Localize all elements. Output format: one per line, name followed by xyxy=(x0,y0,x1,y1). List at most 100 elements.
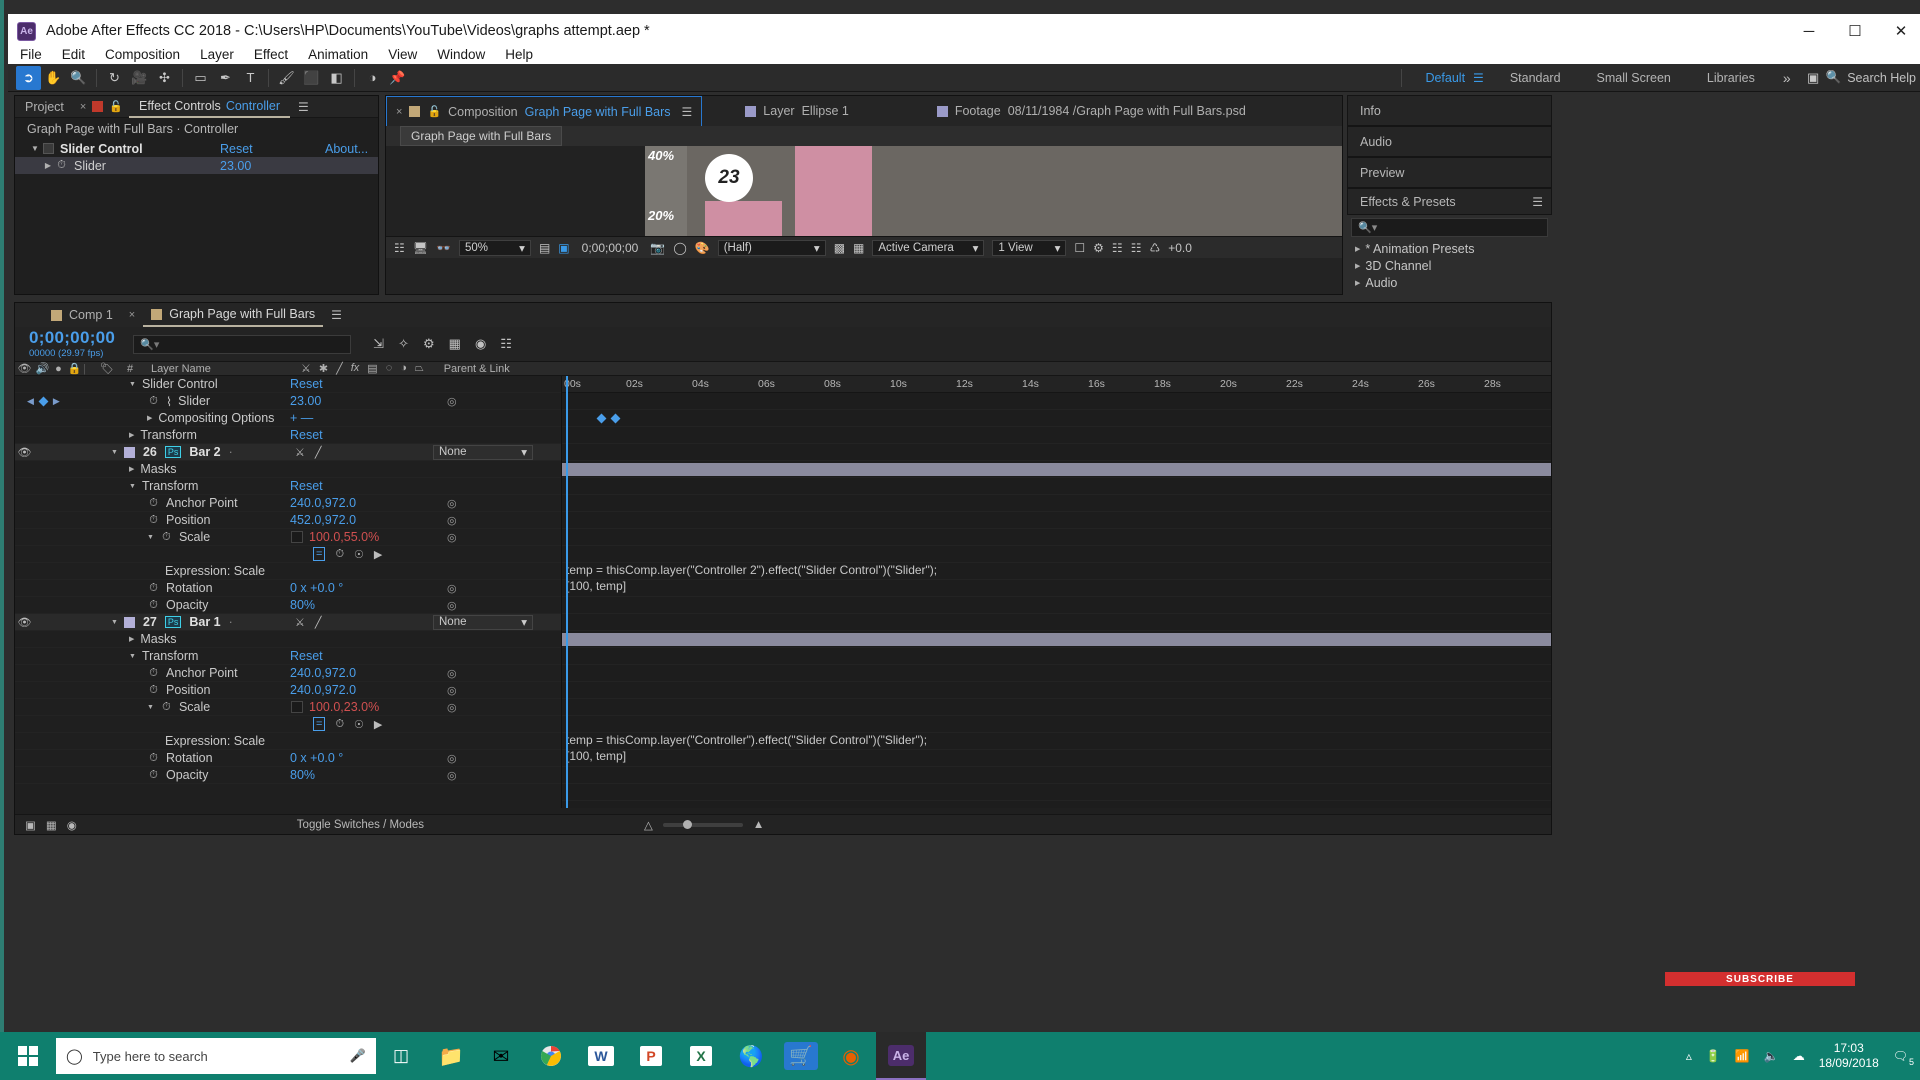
taskbar-app-mail[interactable]: ✉ xyxy=(476,1032,526,1080)
zoom-in-timeline-icon[interactable]: ▲ xyxy=(753,819,764,831)
property-value[interactable]: Reset xyxy=(290,377,323,391)
stopwatch-icon[interactable]: ⏱ xyxy=(160,701,173,714)
workspace-libraries[interactable]: Libraries xyxy=(1689,71,1773,85)
timeline-zoom-slider[interactable] xyxy=(663,823,743,827)
current-time-indicator[interactable] xyxy=(566,376,568,808)
menu-item-file[interactable]: File xyxy=(20,47,42,62)
timeline-property-row[interactable]: ⏱Opacity80%◎ xyxy=(15,767,561,784)
timeline-track-row[interactable] xyxy=(562,665,1551,682)
slider-disclosure-triangle-icon[interactable]: ▶ xyxy=(41,161,55,170)
menu-item-view[interactable]: View xyxy=(388,47,417,62)
tab-footage[interactable]: Footage 08/11/1984 /Graph Page with Full… xyxy=(928,96,1255,126)
shy-icon[interactable]: ⚔ xyxy=(295,446,305,459)
taskbar-app-word[interactable]: W xyxy=(576,1032,626,1080)
channels-icon[interactable]: 🎨 xyxy=(695,241,710,255)
graph-editor-icon[interactable]: ⌇ xyxy=(166,394,172,409)
timeline-track-row[interactable] xyxy=(562,648,1551,665)
show-hidden-icons-chevron-icon[interactable]: ▵ xyxy=(1686,1049,1692,1063)
timeline-property-row[interactable]: ▼TransformReset xyxy=(15,648,561,665)
timeline-track-row[interactable]: temp = thisComp.layer("Controller 2").ef… xyxy=(562,580,1551,597)
microphone-icon[interactable]: 🎤 xyxy=(350,1048,366,1064)
taskbar-app-chrome[interactable] xyxy=(526,1032,576,1080)
workspace-more-button[interactable]: » xyxy=(1773,70,1801,86)
always-preview-icon[interactable]: ☷ xyxy=(394,241,405,255)
timeline-track-row[interactable]: temp = thisComp.layer("Controller").effe… xyxy=(562,750,1551,767)
property-disclosure-triangle-icon[interactable]: ▶ xyxy=(147,414,152,422)
timeline-layer-row[interactable]: 👁▼27PsBar 1·⚔╱None▾ xyxy=(15,614,561,631)
keyframe-navigator[interactable]: ◀▶ xyxy=(27,396,60,407)
region-interest-toggle-icon[interactable]: ▩ xyxy=(834,241,845,255)
timeline-property-row[interactable]: Expression: Scale xyxy=(15,563,561,580)
lock-composition-icon[interactable]: 🔓 xyxy=(427,105,441,118)
comp-flowchart-icon[interactable]: ☷ xyxy=(1131,241,1142,255)
timeline-property-row[interactable]: ◀▶⏱⌇Slider23.00◎ xyxy=(15,393,561,410)
taskbar-app-file-explorer[interactable]: 📁 xyxy=(426,1032,476,1080)
disclosure-triangle-icon[interactable]: ▶ xyxy=(1355,245,1360,253)
zoom-level-select[interactable]: 50% ▾ xyxy=(459,240,531,256)
menu-item-help[interactable]: Help xyxy=(505,47,533,62)
region-of-interest-icon[interactable]: ▣ xyxy=(558,241,569,255)
menu-item-composition[interactable]: Composition xyxy=(105,47,180,62)
effects-preset-item[interactable]: ▶* Animation Presets xyxy=(1347,240,1552,257)
volume-icon[interactable]: 🔈 xyxy=(1764,1049,1779,1063)
layer-disclosure-triangle-icon[interactable]: ▼ xyxy=(111,619,118,626)
timeline-search-input[interactable]: 🔍▾ xyxy=(133,335,351,354)
preview-panel[interactable]: Preview xyxy=(1347,157,1552,188)
stopwatch-icon[interactable]: ⏱ xyxy=(147,684,160,697)
tab-project[interactable]: Project xyxy=(15,96,74,118)
monitor-icon[interactable]: 🖥 xyxy=(413,241,428,255)
viewer-timecode[interactable]: 0;00;00;00 xyxy=(582,241,639,255)
timeline-track-row[interactable] xyxy=(562,699,1551,716)
parent-link-select[interactable]: None▾ xyxy=(433,445,533,460)
views-select[interactable]: 1 View ▾ xyxy=(992,240,1066,256)
expression-toggle-icon[interactable]: ◎ xyxy=(447,582,457,595)
layer-switches[interactable]: ⚔╱ xyxy=(295,446,322,459)
timeline-ruler[interactable]: 00s02s04s06s08s10s12s14s16s18s20s22s24s2… xyxy=(562,376,1551,393)
timeline-property-row[interactable]: Expression: Scale xyxy=(15,733,561,750)
property-value[interactable]: 452.0,972.0 xyxy=(290,513,356,527)
property-disclosure-triangle-icon[interactable]: ▼ xyxy=(129,381,136,388)
start-button[interactable] xyxy=(0,1032,56,1080)
expression-language-menu-icon[interactable]: ▶ xyxy=(374,718,382,731)
timeline-timecode[interactable]: 0;00;00;00 xyxy=(29,329,115,346)
property-value[interactable]: 240.0,972.0 xyxy=(290,666,356,680)
taskbar-app-excel[interactable]: X xyxy=(676,1032,726,1080)
pan-behind-tool[interactable]: ✣ xyxy=(152,66,177,90)
effects-presets-panel-header[interactable]: Effects & Presets ☰ xyxy=(1347,188,1552,215)
timeline-property-row[interactable]: ⏱Rotation0 x +0.0 °◎ xyxy=(15,580,561,597)
disclosure-triangle-icon[interactable]: ▶ xyxy=(1355,262,1360,270)
expression-enable-icon[interactable]: = xyxy=(313,547,325,561)
composition-subtab[interactable]: Graph Page with Full Bars xyxy=(400,126,562,146)
hand-tool[interactable]: ✋ xyxy=(41,66,66,90)
info-panel[interactable]: Info xyxy=(1347,95,1552,126)
expression-toggle-icon[interactable]: ◎ xyxy=(447,514,457,527)
timeline-link-icon[interactable]: ☷ xyxy=(1112,241,1123,255)
tab-layer[interactable]: Layer Ellipse 1 xyxy=(736,96,858,126)
expression-graph-icon[interactable]: ⏱ xyxy=(335,718,344,731)
layer-duration-bar[interactable] xyxy=(562,633,1551,646)
property-disclosure-triangle-icon[interactable]: ▼ xyxy=(147,534,154,541)
quality-icon[interactable]: ╱ xyxy=(315,446,322,459)
timeline-menu-icon[interactable]: ☰ xyxy=(323,308,350,322)
expression-pickwhip-icon[interactable]: ☉ xyxy=(354,548,364,561)
onedrive-icon[interactable]: ☁ xyxy=(1793,1049,1805,1063)
timeline-track-row[interactable] xyxy=(562,461,1551,478)
stopwatch-icon[interactable]: ⏱ xyxy=(147,752,160,765)
type-tool[interactable]: T xyxy=(238,66,263,90)
property-value[interactable]: 80% xyxy=(290,598,315,612)
layer-name[interactable]: Bar 1 xyxy=(189,615,220,629)
layer-switches[interactable]: ⚔╱ xyxy=(295,616,322,629)
property-value[interactable]: 0 x +0.0 ° xyxy=(290,581,343,595)
layer-visibility-icon[interactable]: 👁 xyxy=(15,616,34,629)
timeline-property-row[interactable]: ▶Masks xyxy=(15,461,561,478)
property-value[interactable]: 23.00 xyxy=(290,394,321,408)
layer-label-color[interactable] xyxy=(124,447,135,458)
camera-select[interactable]: Active Camera ▾ xyxy=(872,240,984,256)
composition-menu-icon[interactable]: ☰ xyxy=(682,105,693,119)
timeline-track-row[interactable] xyxy=(562,682,1551,699)
eraser-tool[interactable]: ◧ xyxy=(324,66,349,90)
menu-item-window[interactable]: Window xyxy=(437,47,485,62)
timeline-property-row[interactable]: ▶TransformReset xyxy=(15,427,561,444)
property-disclosure-triangle-icon[interactable]: ▶ xyxy=(129,635,134,643)
menu-item-layer[interactable]: Layer xyxy=(200,47,234,62)
